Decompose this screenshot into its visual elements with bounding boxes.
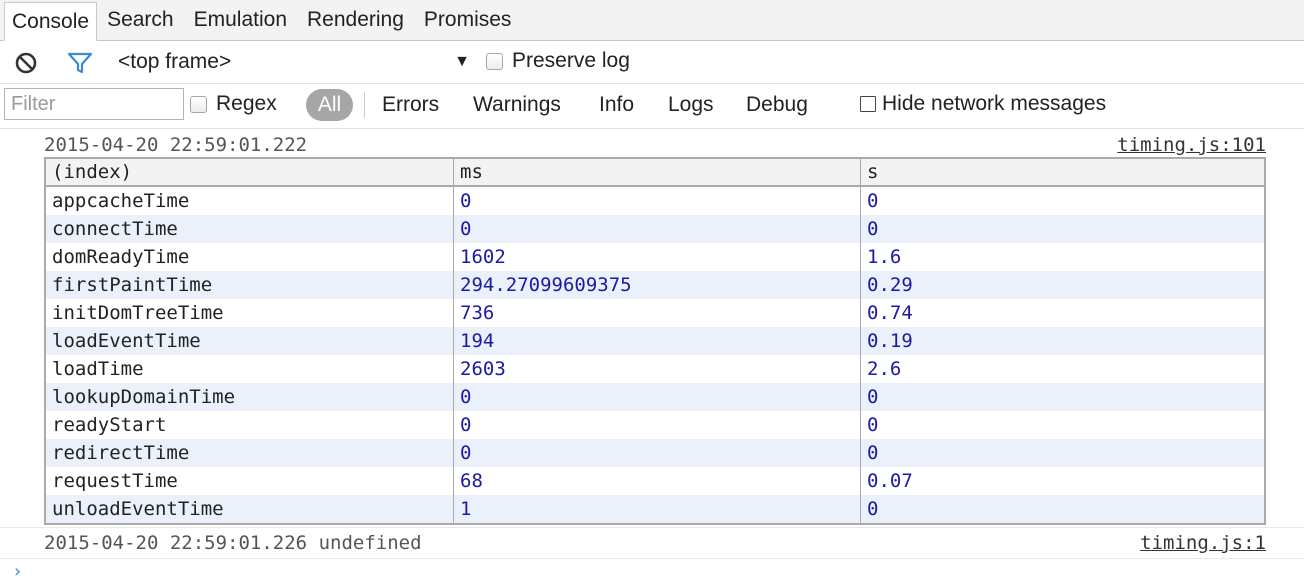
s-cell: 1.6 [860,243,1266,271]
ms-cell: 194 [453,327,861,355]
ms-cell: 1 [453,495,861,524]
console-table: (index) ms s appcacheTime 0 0 connectTim… [44,157,1266,525]
ms-cell: 1602 [453,243,861,271]
column-header-index[interactable]: (index) [44,157,454,187]
row-index-cell: domReadyTime [44,243,454,271]
message-text: 2015-04-20 22:59:01.226 undefined [44,532,422,554]
table-row: connectTime 0 0 [44,215,1266,243]
tab-console[interactable]: Console [4,2,98,41]
row-index-cell: initDomTreeTime [44,299,454,327]
table-row: lookupDomainTime 0 0 [44,383,1266,411]
source-link[interactable]: timing.js:1 [1140,532,1266,554]
regex-checkbox[interactable] [190,95,207,113]
toolbar-divider [364,92,365,118]
s-cell: 0 [860,186,1266,215]
s-cell: 0 [860,495,1266,524]
hide-network-checkbox[interactable] [860,96,876,112]
preserve-log-checkbox[interactable] [486,52,503,70]
message-timestamp: 2015-04-20 22:59:01.222 [44,134,308,156]
ms-cell: 294.27099609375 [453,271,861,299]
source-link[interactable]: timing.js:101 [1117,134,1266,156]
ms-cell: 68 [453,467,861,495]
table-row: requestTime 68 0.07 [44,467,1266,495]
s-cell: 2.6 [860,355,1266,383]
ms-cell: 0 [453,411,861,439]
column-header-ms[interactable]: ms [453,157,861,187]
row-index-cell: appcacheTime [44,186,454,215]
level-errors-button[interactable]: Errors [382,93,439,117]
table-header-row: (index) ms s [44,157,1266,187]
s-cell: 0 [860,439,1266,467]
frame-selector[interactable]: <top frame> ▼ [118,49,472,75]
row-index-cell: loadEventTime [44,327,454,355]
preserve-log-option[interactable]: Preserve log [486,49,630,73]
table-row: loadTime 2603 2.6 [44,355,1266,383]
tab-promises[interactable]: Promises [414,0,522,40]
filter-input[interactable] [4,88,184,120]
message-divider [0,558,1304,559]
ms-cell: 0 [453,215,861,243]
ms-cell: 0 [453,186,861,215]
ms-cell: 2603 [453,355,861,383]
s-cell: 0.19 [860,327,1266,355]
clear-console-icon[interactable] [14,51,38,75]
level-all-button[interactable]: All [306,89,353,121]
s-cell: 0 [860,383,1266,411]
row-index-cell: readyStart [44,411,454,439]
preserve-log-label: Preserve log [512,49,630,72]
tab-search[interactable]: Search [97,0,184,40]
regex-option[interactable]: Regex [190,92,277,116]
filter-icon[interactable] [67,51,93,75]
tab-rendering[interactable]: Rendering [297,0,414,40]
message-timestamp: 2015-04-20 22:59:01.226 [44,532,308,554]
dropdown-arrow-icon: ▼ [454,53,470,70]
table-row: domReadyTime 1602 1.6 [44,243,1266,271]
table-row: firstPaintTime 294.27099609375 0.29 [44,271,1266,299]
table-row: loadEventTime 194 0.19 [44,327,1266,355]
table-row: unloadEventTime 1 0 [44,495,1266,524]
row-index-cell: unloadEventTime [44,495,454,524]
ms-cell: 0 [453,439,861,467]
ms-cell: 0 [453,383,861,411]
table-row: appcacheTime 0 0 [44,186,1266,215]
ms-cell: 736 [453,299,861,327]
hide-network-option[interactable]: Hide network messages [860,92,1106,116]
row-index-cell: requestTime [44,467,454,495]
row-index-cell: redirectTime [44,439,454,467]
level-logs-button[interactable]: Logs [668,93,714,117]
table-row: readyStart 0 0 [44,411,1266,439]
s-cell: 0 [860,215,1266,243]
level-info-button[interactable]: Info [599,93,634,117]
devtools-tab-strip: Console Search Emulation Rendering Promi… [0,0,1304,41]
filter-bar: Regex All Errors Warnings Info Logs Debu… [0,84,1304,129]
row-index-cell: loadTime [44,355,454,383]
hide-network-label: Hide network messages [882,92,1107,115]
level-debug-button[interactable]: Debug [746,93,808,117]
frame-selector-label: <top frame> [118,50,232,73]
row-index-cell: lookupDomainTime [44,383,454,411]
s-cell: 0.29 [860,271,1266,299]
message-divider [0,527,1304,528]
s-cell: 0 [860,411,1266,439]
table-row: initDomTreeTime 736 0.74 [44,299,1266,327]
level-warnings-button[interactable]: Warnings [473,93,561,117]
column-header-s[interactable]: s [860,157,1266,187]
tab-emulation[interactable]: Emulation [184,0,297,40]
row-index-cell: firstPaintTime [44,271,454,299]
s-cell: 0.07 [860,467,1266,495]
regex-label: Regex [216,92,277,115]
console-toolbar: <top frame> ▼ Preserve log [0,41,1304,84]
s-cell: 0.74 [860,299,1266,327]
message-value: undefined [318,532,422,554]
table-row: redirectTime 0 0 [44,439,1266,467]
row-index-cell: connectTime [44,215,454,243]
